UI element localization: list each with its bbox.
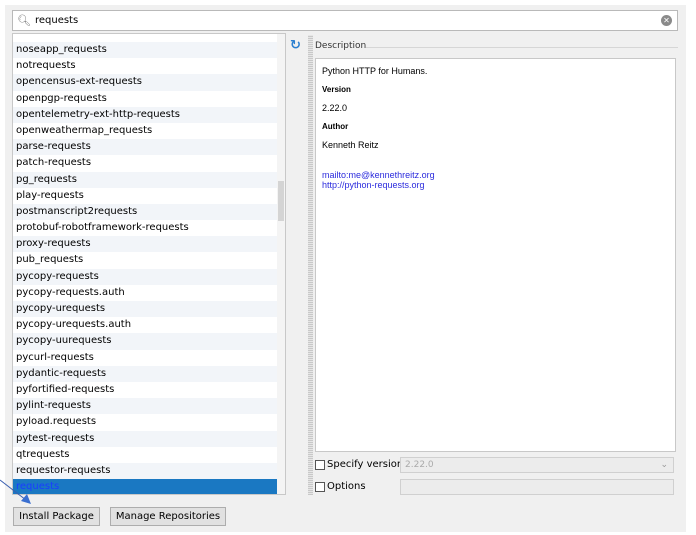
summary: Python HTTP for Humans. xyxy=(322,66,428,76)
list-item[interactable]: requestor-requests xyxy=(13,462,279,480)
list-item[interactable]: noseapp_requests xyxy=(13,42,279,59)
specify-version-label: Specify version xyxy=(327,459,404,470)
list-item[interactable]: pycopy-urequests.auth xyxy=(13,317,279,333)
list-item[interactable]: qtrequests xyxy=(13,447,279,463)
specify-version-checkbox[interactable] xyxy=(315,460,325,470)
homepage-link[interactable]: http://python-requests.org xyxy=(322,180,669,190)
search-input[interactable]: 🔍︎ requests ✕ xyxy=(12,10,678,31)
list-item[interactable]: pyfortified-requests xyxy=(13,382,279,398)
list-item[interactable]: pycopy-urequests xyxy=(13,301,279,318)
list-item[interactable]: pycopy-requests xyxy=(13,268,279,285)
list-item[interactable]: pg_requests xyxy=(13,171,279,188)
search-value: requests xyxy=(34,15,79,26)
list-item[interactable]: postmanscript2requests xyxy=(13,203,279,221)
version-dropdown-value: 2.22.0 xyxy=(405,460,434,470)
list-item[interactable]: pub_requests xyxy=(13,252,279,268)
install-package-button[interactable]: Install Package xyxy=(13,507,100,526)
package-list[interactable]: noseapp_requests notrequests opencensus-ex… xyxy=(12,33,286,495)
list-item[interactable]: pytest-requests xyxy=(13,430,279,447)
list-item[interactable]: pycopy-uurequests xyxy=(13,333,279,350)
list-item[interactable]: parse-requests xyxy=(13,139,279,156)
scrollbar-thumb[interactable] xyxy=(278,181,284,221)
list-item[interactable]: play-requests xyxy=(13,188,279,204)
list-item[interactable]: pydantic-requests xyxy=(13,365,279,382)
list-item[interactable]: pycurl-requests xyxy=(13,350,279,366)
options-input[interactable] xyxy=(400,479,674,495)
list-item[interactable]: pylint-requests xyxy=(13,398,279,415)
description-panel: Python HTTP for Humans. Version 2.22.0 A… xyxy=(315,58,676,452)
email-link[interactable]: mailto:me@kennethreitz.org xyxy=(322,170,669,180)
list-item[interactable]: openweathermap_requests xyxy=(13,123,279,139)
options-checkbox[interactable] xyxy=(315,482,325,492)
annotation-arrow-icon xyxy=(0,479,31,504)
list-item[interactable]: pycopy-requests.auth xyxy=(13,285,279,301)
options-label: Options xyxy=(327,481,366,492)
list-item[interactable]: protobuf-robotframework-requests xyxy=(13,220,279,236)
clear-icon[interactable]: ✕ xyxy=(661,15,672,26)
manage-repositories-button[interactable]: Manage Repositories xyxy=(110,507,226,526)
list-item[interactable]: patch-requests xyxy=(13,155,279,171)
version-label: Version xyxy=(322,85,351,94)
list-item[interactable]: opentelemetry-ext-http-requests xyxy=(13,106,279,123)
list-item[interactable]: openpgp-requests xyxy=(13,91,279,107)
list-item-selected[interactable]: requests xyxy=(13,479,279,494)
divider xyxy=(366,47,678,48)
author-label: Author xyxy=(322,122,349,131)
refresh-icon[interactable]: ↻ xyxy=(290,38,301,53)
list-item[interactable]: proxy-requests xyxy=(13,236,279,253)
author-value: Kenneth Reitz xyxy=(322,140,379,150)
description-label: Description xyxy=(315,41,367,51)
chevron-down-icon: ⌄ xyxy=(660,460,668,470)
splitter[interactable] xyxy=(308,35,313,495)
list-item[interactable]: opencensus-ext-requests xyxy=(13,74,279,91)
list-item[interactable]: notrequests xyxy=(13,58,279,74)
version-value: 2.22.0 xyxy=(322,103,348,113)
scrollbar[interactable] xyxy=(277,34,285,494)
search-icon: 🔍︎ xyxy=(17,14,31,27)
version-dropdown[interactable]: 2.22.0 ⌄ xyxy=(400,457,674,473)
list-item[interactable]: pyload.requests xyxy=(13,414,279,430)
